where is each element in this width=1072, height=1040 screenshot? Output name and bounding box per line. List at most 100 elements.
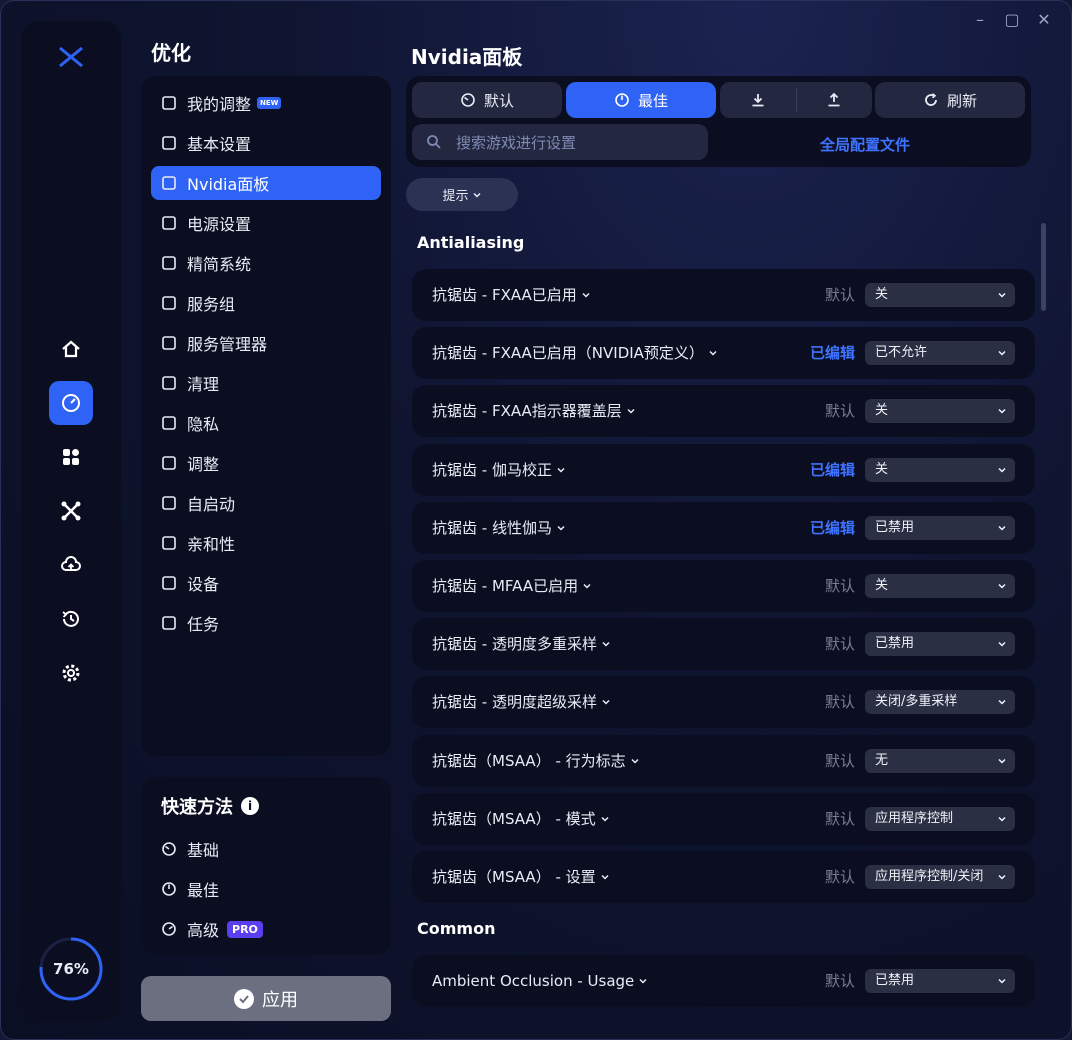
rail-home-button[interactable] [49, 327, 93, 371]
chevron-down-icon [639, 978, 647, 984]
sidebar-item-6[interactable]: 服务管理器 [151, 326, 381, 360]
search-input[interactable]: 搜索游戏进行设置 [412, 124, 708, 160]
setting-value: 关 [875, 403, 889, 418]
setting-state: 已编辑 [809, 344, 855, 362]
refresh-button[interactable]: 刷新 [875, 82, 1025, 118]
setting-label[interactable]: 抗锯齿 - 伽马校正 [432, 444, 566, 496]
close-icon[interactable]: ✕ [1035, 11, 1053, 29]
sidebar-item-0[interactable]: 我的调整 NEW [151, 86, 381, 120]
setting-select[interactable]: 关 [865, 399, 1015, 423]
nvidia-icon [161, 175, 177, 191]
setting-label-text: 抗锯齿（MSAA） - 行为标志 [432, 752, 626, 770]
setting-label[interactable]: 抗锯齿 - FXAA指示器覆盖层 [432, 385, 636, 437]
hint-button[interactable]: 提示 [406, 178, 518, 211]
setting-label[interactable]: 抗锯齿（MSAA） - 设置 [432, 851, 610, 903]
setting-label-text: 抗锯齿 - FXAA已启用（NVIDIA预定义） [432, 344, 704, 362]
sidebar-item-9[interactable]: 调整 [151, 446, 381, 480]
chevron-down-icon [583, 583, 591, 589]
quick-item-1[interactable]: 最佳 [161, 869, 371, 909]
sidebar-item-12[interactable]: 设备 [151, 566, 381, 600]
sidebar-item-1[interactable]: 基本设置 [151, 126, 381, 160]
setting-row: 抗锯齿 - 透明度多重采样 默认 已禁用 [412, 618, 1035, 670]
rail-apps-button[interactable] [49, 435, 93, 479]
rail-gauge-button[interactable] [49, 381, 93, 425]
chevron-down-icon [998, 408, 1006, 414]
sidebar-item-label: 基本设置 [187, 135, 252, 154]
chevron-down-icon [557, 467, 565, 473]
setting-label-text: Ambient Occlusion - Usage [432, 972, 635, 990]
sidebar-item-10[interactable]: 自启动 [151, 486, 381, 520]
setting-select[interactable]: 已禁用 [865, 516, 1015, 540]
download-button[interactable] [720, 82, 796, 118]
progress-ring: 76% [37, 935, 105, 1003]
wrench-icon [161, 135, 177, 151]
list-plus-icon [161, 95, 177, 111]
chevron-down-icon [998, 467, 1006, 473]
maximize-icon[interactable]: ▢ [1003, 11, 1021, 29]
setting-label[interactable]: 抗锯齿 - FXAA已启用 [432, 269, 591, 321]
setting-label[interactable]: 抗锯齿 - 线性伽马 [432, 502, 566, 554]
chevron-down-icon [627, 408, 635, 414]
gauge-mid-icon [161, 881, 177, 897]
cloud-upload-icon [61, 556, 81, 571]
sidebar-item-3[interactable]: 电源设置 [151, 206, 381, 240]
spy-icon [161, 415, 177, 431]
rail-tools-button[interactable] [49, 489, 93, 533]
setting-value: 已禁用 [875, 520, 915, 535]
upload-button[interactable] [797, 82, 873, 118]
home-icon [62, 340, 80, 358]
setting-state: 默认 [824, 752, 855, 770]
setting-select[interactable]: 应用程序控制/关闭 [865, 865, 1015, 889]
sidebar-item-label: 服务组 [187, 295, 236, 314]
default-button[interactable]: 默认 [412, 82, 562, 118]
sidebar-item-13[interactable]: 任务 [151, 606, 381, 640]
setting-label[interactable]: Ambient Occlusion - Usage [432, 955, 648, 1007]
setting-label-text: 抗锯齿（MSAA） - 模式 [432, 810, 596, 828]
global-config-link[interactable]: 全局配置文件 [820, 134, 910, 155]
rail-history-button[interactable] [49, 597, 93, 641]
setting-label-text: 抗锯齿 - 透明度超级采样 [432, 693, 597, 711]
setting-select[interactable]: 关 [865, 458, 1015, 482]
setting-select[interactable]: 关 [865, 283, 1015, 307]
rail-cloud-upload-button[interactable] [49, 543, 93, 587]
setting-select[interactable]: 已禁用 [865, 632, 1015, 656]
sidebar-item-label: 任务 [187, 615, 220, 634]
quick-item-2[interactable]: 高级 PRO [161, 909, 371, 949]
best-label: 最佳 [637, 91, 668, 110]
sidebar-item-2[interactable]: Nvidia面板 [151, 166, 381, 200]
upload-icon [828, 92, 840, 107]
minimize-icon[interactable]: – [971, 11, 989, 29]
quick-methods-title: 快速方法 i [161, 793, 371, 819]
setting-label[interactable]: 抗锯齿 - 透明度多重采样 [432, 618, 611, 670]
sidebar-item-5[interactable]: 服务组 [151, 286, 381, 320]
sidebar-item-7[interactable]: 清理 [151, 366, 381, 400]
setting-label[interactable]: 抗锯齿 - 透明度超级采样 [432, 676, 611, 728]
info-icon[interactable]: i [241, 797, 259, 815]
quick-item-0[interactable]: 基础 [161, 829, 371, 869]
setting-select[interactable]: 无 [865, 749, 1015, 773]
sidebar-item-label: 我的调整 [187, 95, 252, 114]
setting-label[interactable]: 抗锯齿（MSAA） - 模式 [432, 793, 610, 845]
scrollbar[interactable] [1041, 223, 1046, 311]
setting-label[interactable]: 抗锯齿（MSAA） - 行为标志 [432, 735, 640, 787]
setting-value: 关 [875, 462, 889, 477]
setting-select[interactable]: 关 [865, 574, 1015, 598]
rail-gear-button[interactable] [49, 651, 93, 695]
best-button[interactable]: 最佳 [566, 82, 716, 118]
setting-label[interactable]: 抗锯齿 - MFAA已启用 [432, 560, 592, 612]
setting-select[interactable]: 关闭/多重采样 [865, 690, 1015, 714]
sidebar-item-11[interactable]: 亲和性 [151, 526, 381, 560]
sidebar-item-4[interactable]: 精简系统 [151, 246, 381, 280]
apply-button[interactable]: 应用 [141, 976, 391, 1021]
setting-select[interactable]: 已不允许 [865, 341, 1015, 365]
setting-label[interactable]: 抗锯齿 - FXAA已启用（NVIDIA预定义） [432, 327, 718, 379]
sidebar-item-8[interactable]: 隐私 [151, 406, 381, 440]
setting-value: 应用程序控制 [875, 811, 954, 826]
setting-select[interactable]: 已禁用 [865, 969, 1015, 993]
setting-value: 关闭/多重采样 [875, 694, 958, 709]
chevron-down-icon [557, 525, 565, 531]
gauge-low-icon [161, 841, 177, 857]
quick-item-label: 最佳 [187, 881, 220, 900]
sidebar-item-label: 清理 [187, 375, 220, 394]
setting-select[interactable]: 应用程序控制 [865, 807, 1015, 831]
